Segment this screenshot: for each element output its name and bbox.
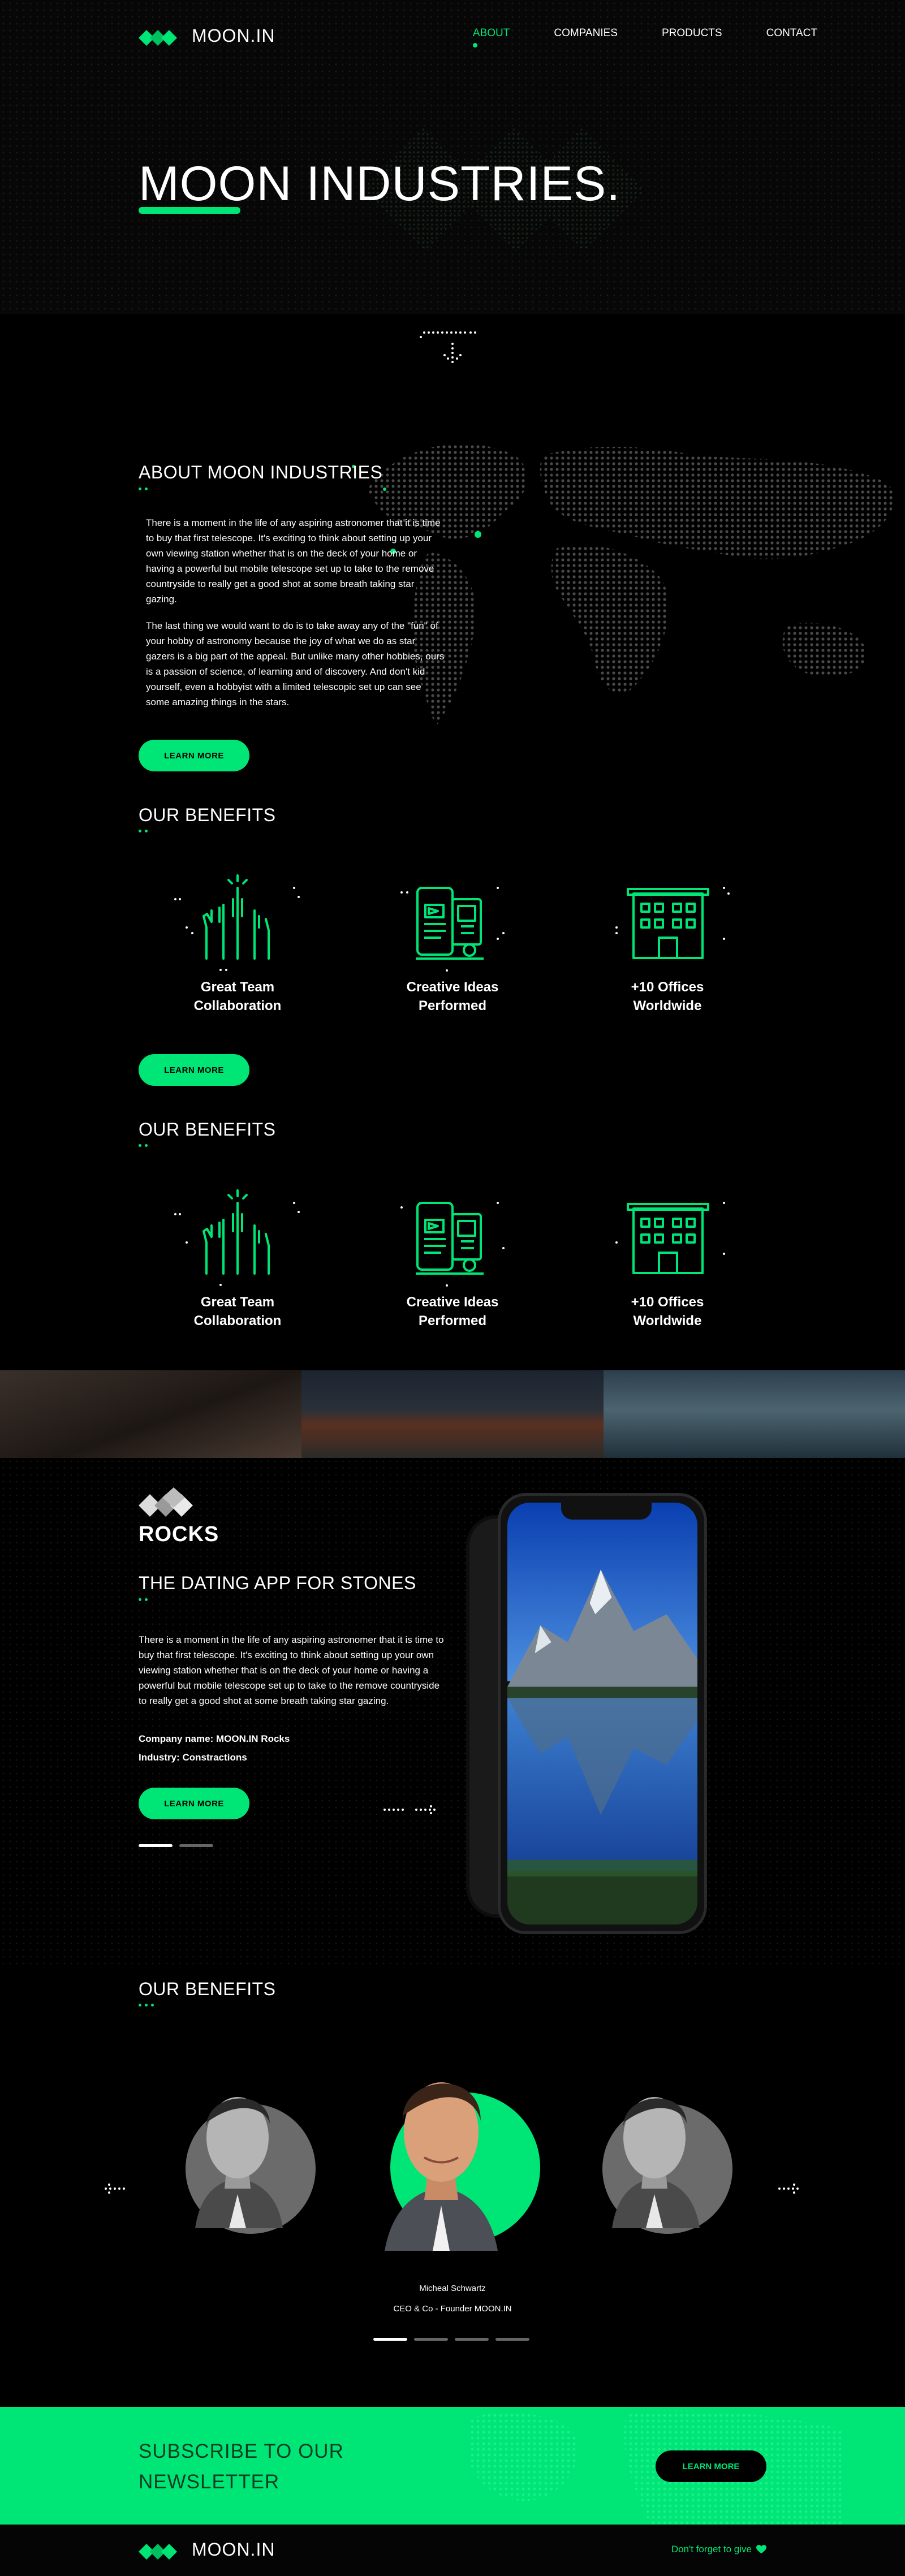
rocks-title: THE DATING APP FOR STONES: [139, 1573, 416, 1593]
devices-ideas-icon: [400, 887, 505, 972]
rocks-learn-more-button[interactable]: LEARN MORE: [139, 1788, 249, 1819]
team-avatar-center[interactable]: [368, 2036, 515, 2251]
team-member-name: Micheal Schwartz: [419, 2284, 486, 2293]
benefit-offices: +10 Offices Worldwide: [583, 865, 752, 1015]
arrow-right-dots-icon[interactable]: [382, 1804, 445, 1815]
newsletter-section: SUBSCRIBE TO OUR NEWSLETTER LEARN MORE: [0, 2407, 905, 2525]
office-building-icon: [615, 887, 730, 959]
scroll-down-icon[interactable]: [419, 329, 485, 369]
benefits-title-dots-2: [139, 1144, 148, 1147]
hands-raised-icon: [174, 1189, 300, 1286]
mountain-lake-image: [507, 1503, 697, 1925]
arrow-left-dots-icon[interactable]: [104, 2182, 132, 2195]
about-title: ABOUT MOON INDUSTRIES: [139, 462, 383, 482]
about-paragraph-1: There is a moment in the life of any asp…: [146, 517, 441, 605]
newsletter-title-line2: NEWSLETTER: [139, 2471, 280, 2493]
team-title-dots: [139, 2004, 154, 2007]
rocks-pager-dot-1[interactable]: [139, 1844, 173, 1847]
benefit-offices-2-line2: Worldwide: [633, 1313, 702, 1328]
hero-title: MOON INDUSTRIES.: [139, 157, 621, 211]
devices-ideas-icon: [400, 1202, 505, 1287]
nav-contact[interactable]: CONTACT: [766, 27, 817, 40]
photo-lake: [603, 1370, 905, 1458]
rocks-title-dots: [139, 1598, 148, 1601]
photo-hands: [0, 1370, 302, 1458]
benefit-offices-2-line1: +10 Offices: [631, 1295, 704, 1310]
benefit-team-2: Great Team Collaboration: [153, 1180, 322, 1330]
footer-note-text: Don't forget to give: [671, 2544, 752, 2555]
team-pager: [373, 2338, 529, 2341]
benefit-ideas: Creative Ideas Performed: [368, 865, 537, 1015]
moon-logo-icon: [139, 29, 177, 46]
benefit-ideas-2-line1: Creative Ideas: [406, 1295, 499, 1310]
page: MOON.IN ABOUT COMPANIES PRODUCTS CONTACT…: [0, 0, 905, 2576]
moon-logo-icon: [139, 2543, 177, 2560]
benefit-ideas-line1: Creative Ideas: [406, 980, 499, 995]
benefit-ideas-line2: Performed: [418, 998, 487, 1013]
office-building-icon: [615, 1202, 725, 1274]
heart-icon[interactable]: [756, 2545, 766, 2554]
benefit-ideas-2: Creative Ideas Performed: [368, 1180, 537, 1330]
benefit-team-line2: Collaboration: [193, 998, 282, 1013]
benefits-title: OUR BENEFITS: [139, 805, 276, 825]
phone-mockup: [498, 1493, 707, 1934]
benefit-team-2-line1: Great Team: [200, 1295, 275, 1310]
header-logo[interactable]: MOON.IN: [139, 25, 275, 46]
newsletter-title: SUBSCRIBE TO OUR NEWSLETTER: [139, 2436, 344, 2497]
team-avatar-right[interactable]: [589, 2059, 719, 2228]
arrow-right-dots-icon[interactable]: [774, 2182, 802, 2195]
footer: MOON.IN Don't forget to give: [0, 2525, 905, 2576]
rocks-pager: [139, 1844, 213, 1847]
about-paragraph-2: The last thing we would want to do is to…: [146, 620, 445, 707]
team-title: OUR BENEFITS: [139, 1979, 276, 1999]
newsletter-button[interactable]: LEARN MORE: [656, 2450, 766, 2482]
team-pager-dot-1[interactable]: [373, 2338, 407, 2341]
hero-underline: [139, 207, 240, 214]
photo-strip: [0, 1370, 905, 1458]
rocks-paragraph: There is a moment in the life of any asp…: [139, 1634, 444, 1706]
rocks-section: [0, 1458, 905, 1967]
benefits-title-dots: [139, 830, 148, 832]
rocks-company: Company name: MOON.IN Rocks: [139, 1733, 290, 1744]
rocks-pager-dot-2[interactable]: [179, 1844, 213, 1847]
nav-companies[interactable]: COMPANIES: [554, 27, 618, 40]
benefit-ideas-2-line2: Performed: [418, 1313, 487, 1328]
hands-raised-icon: [174, 874, 300, 971]
phone-screen: [507, 1503, 697, 1925]
newsletter-title-line1: SUBSCRIBE TO OUR: [139, 2440, 344, 2462]
footer-note: Don't forget to give: [671, 2544, 766, 2555]
rocks-logo-word: ROCKS: [139, 1522, 219, 1546]
phone-notch: [561, 1503, 652, 1520]
benefit-team: Great Team Collaboration: [153, 865, 322, 1015]
rocks-logo-icon: [139, 1487, 193, 1517]
benefits-title-2: OUR BENEFITS: [139, 1119, 276, 1140]
benefit-team-line1: Great Team: [200, 980, 275, 995]
nav-about[interactable]: ABOUT: [472, 27, 510, 48]
nav-products[interactable]: PRODUCTS: [662, 27, 722, 40]
main-nav: ABOUT COMPANIES PRODUCTS CONTACT: [472, 27, 817, 48]
benefit-offices-line2: Worldwide: [633, 998, 702, 1013]
team-pager-dot-4[interactable]: [495, 2338, 529, 2341]
team-member-role: CEO & Co - Founder MOON.IN: [393, 2304, 512, 2314]
benefit-offices-2: +10 Offices Worldwide: [583, 1180, 752, 1330]
about-title-dots: [139, 487, 148, 490]
rocks-industry: Industry: Constractions: [139, 1752, 247, 1763]
footer-brand-name: MOON.IN: [192, 2539, 275, 2560]
footer-logo[interactable]: MOON.IN: [139, 2539, 275, 2560]
photo-sunset-figure: [301, 1370, 604, 1458]
team-pager-dot-2[interactable]: [414, 2338, 448, 2341]
benefit-team-2-line2: Collaboration: [193, 1313, 282, 1328]
team-pager-dot-3[interactable]: [455, 2338, 489, 2341]
benefits-learn-more-button[interactable]: LEARN MORE: [139, 1054, 249, 1086]
team-avatar-left[interactable]: [173, 2059, 303, 2228]
benefit-offices-line1: +10 Offices: [631, 980, 704, 995]
about-learn-more-button[interactable]: LEARN MORE: [139, 740, 249, 771]
brand-name: MOON.IN: [192, 25, 275, 46]
